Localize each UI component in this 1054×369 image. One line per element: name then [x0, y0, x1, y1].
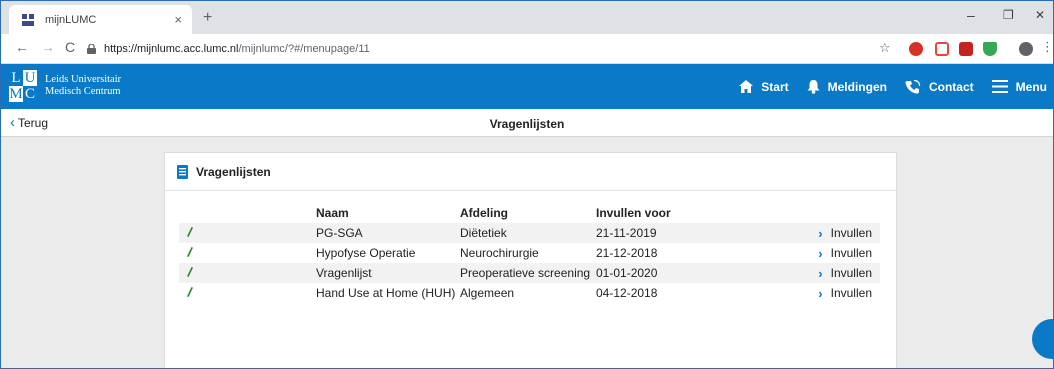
forward-arrow-icon[interactable]: → [41, 39, 55, 55]
row-datum: 04-12-2018 [596, 286, 658, 300]
adblock-extension-icon[interactable] [909, 42, 923, 56]
row-naam: Hypofyse Operatie [316, 246, 416, 260]
card-title: Vragenlijsten [196, 164, 271, 179]
brand-line-1: Leids Universitair [45, 74, 122, 85]
nav-menu[interactable]: Menu [991, 79, 1047, 94]
header-action-col [776, 203, 880, 223]
minimize-button[interactable]: – [967, 7, 975, 23]
row-naam: PG-SGA [316, 226, 363, 240]
maximize-button[interactable]: ❐ [1003, 8, 1014, 22]
header-invullen-voor: Invullen voor [596, 206, 671, 220]
pocket-extension-icon[interactable] [935, 42, 949, 56]
main-nav: Start Meldingen Contact Menu [739, 64, 1053, 109]
questionnaires-card: Vragenlijsten Naam Afdeling Invullen voo… [164, 152, 897, 368]
chevron-right-icon: › [818, 225, 823, 241]
url-path: /mijnlumc/?#/menupage/11 [238, 43, 370, 55]
invullen-label: Invullen [830, 266, 872, 280]
invullen-button[interactable]: › Invullen [776, 243, 880, 263]
brand-line-2: Medisch Centrum [45, 86, 121, 97]
pencil-icon [179, 283, 316, 303]
lumc-favicon-icon [21, 13, 35, 27]
back-arrow-icon[interactable]: ← [15, 39, 29, 55]
address-bar[interactable]: https://mijnlumc.acc.lumc.nl/mijnlumc/?#… [87, 38, 901, 60]
invullen-button[interactable]: › Invullen [776, 283, 880, 303]
profile-avatar-icon[interactable] [1019, 42, 1033, 56]
row-datum: 21-11-2019 [596, 226, 657, 240]
nav-start-label: Start [761, 79, 789, 94]
logo-letter-l: L [11, 70, 21, 86]
bell-icon [807, 79, 820, 94]
questionnaires-table: Naam Afdeling Invullen voor PG-SGA Diëte… [179, 203, 880, 303]
table-row[interactable]: PG-SGA Diëtetiek 21-11-2019 › Invullen [179, 223, 880, 243]
header-naam: Naam [316, 206, 349, 220]
chat-button[interactable] [1032, 319, 1053, 359]
chevron-right-icon: › [818, 265, 823, 281]
row-afdeling: Preoperatieve screening [460, 266, 591, 280]
lock-icon [87, 44, 96, 54]
phone-icon [905, 79, 921, 93]
url-text: https://mijnlumc.acc.lumc.nl/mijnlumc/?#… [104, 43, 370, 55]
chevron-right-icon: › [818, 285, 823, 301]
browser-tab[interactable]: mijnLUMC × [9, 5, 192, 34]
row-datum: 01-01-2020 [596, 266, 658, 280]
row-afdeling: Diëtetiek [460, 226, 507, 240]
nav-start[interactable]: Start [739, 79, 789, 94]
nav-meldingen-label: Meldingen [827, 79, 887, 94]
nav-meldingen[interactable]: Meldingen [807, 79, 887, 94]
invullen-label: Invullen [830, 286, 872, 300]
browser-window: mijnLUMC × + – ❐ ✕ ← → C https://mijnlum… [0, 0, 1054, 369]
tab-title: mijnLUMC [45, 13, 97, 26]
table-header-row: Naam Afdeling Invullen voor [179, 203, 880, 223]
table-row[interactable]: Hand Use at Home (HUH) Algemeen 04-12-20… [179, 283, 880, 303]
pencil-icon [179, 223, 316, 243]
chevron-right-icon: › [818, 245, 823, 261]
document-list-icon [177, 164, 188, 179]
page-subheader: ‹ Terug Vragenlijsten [1, 109, 1053, 137]
shield-extension-icon[interactable] [983, 42, 997, 56]
app-header: L U M C Leids Universitair Medisch Centr… [1, 64, 1053, 109]
table-row[interactable]: Hypofyse Operatie Neurochirurgie 21-12-2… [179, 243, 880, 263]
logo-letter-c: C [24, 86, 35, 102]
row-naam: Vragenlijst [316, 266, 372, 280]
browser-toolbar: ← → C https://mijnlumc.acc.lumc.nl/mijnl… [1, 34, 1053, 64]
table-row[interactable]: Vragenlijst Preoperatieve screening 01-0… [179, 263, 880, 283]
row-afdeling: Neurochirurgie [460, 246, 539, 260]
invullen-label: Invullen [830, 246, 872, 260]
header-icon-col [179, 203, 316, 223]
browser-menu-icon[interactable]: ⋮ [1041, 39, 1053, 55]
close-window-button[interactable]: ✕ [1035, 8, 1045, 22]
nav-contact-label: Contact [928, 79, 974, 94]
invullen-button[interactable]: › Invullen [776, 223, 880, 243]
lumc-logo[interactable]: L U M C [9, 70, 37, 102]
extension-icon[interactable] [959, 42, 973, 56]
header-afdeling: Afdeling [460, 206, 508, 220]
tab-close-icon[interactable]: × [174, 12, 182, 27]
tab-strip: mijnLUMC × + – ❐ ✕ [1, 1, 1053, 34]
url-host: https://mijnlumc.acc.lumc.nl [104, 43, 239, 55]
new-tab-button[interactable]: + [203, 9, 212, 27]
pencil-icon [179, 263, 316, 283]
nav-contact[interactable]: Contact [905, 79, 974, 94]
brand-name: Leids Universitair Medisch Centrum [45, 74, 121, 98]
invullen-label: Invullen [830, 226, 872, 240]
bookmark-star-icon[interactable]: ☆ [879, 40, 891, 56]
nav-menu-label: Menu [1015, 79, 1047, 94]
home-icon [739, 80, 754, 93]
invullen-button[interactable]: › Invullen [776, 263, 880, 283]
reload-icon[interactable]: C [65, 39, 75, 55]
card-header: Vragenlijsten [165, 153, 896, 191]
logo-letter-u: U [23, 70, 37, 86]
logo-letter-m: M [9, 86, 23, 102]
row-naam: Hand Use at Home (HUH) [316, 286, 456, 300]
hamburger-menu-icon [991, 80, 1008, 93]
pencil-icon [179, 243, 316, 263]
row-afdeling: Algemeen [460, 286, 515, 300]
row-datum: 21-12-2018 [596, 246, 658, 260]
page-title: Vragenlijsten [489, 117, 565, 131]
